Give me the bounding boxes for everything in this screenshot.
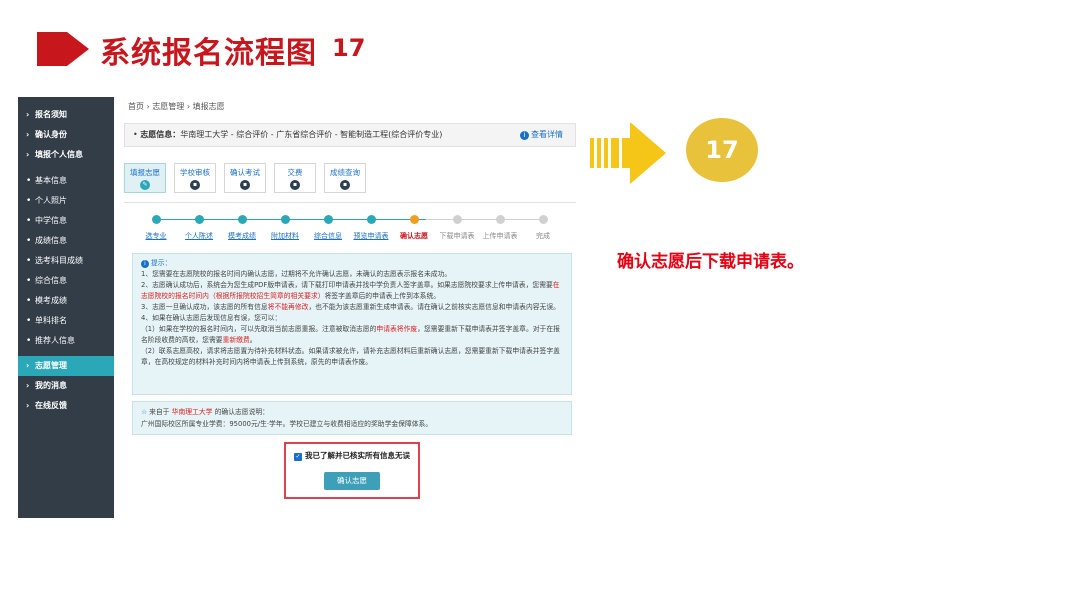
chevron-right-icon: › <box>26 130 30 139</box>
sidebar-item-photo[interactable]: • 个人照片 <box>18 191 114 211</box>
view-detail-link[interactable]: i 查看详情 <box>520 124 563 146</box>
step-dot <box>152 215 161 224</box>
star-icon: ☆ <box>141 408 148 416</box>
slide-number: 17 <box>332 34 366 62</box>
title-arrow-icon <box>37 32 89 66</box>
step-complete: 完成 <box>536 232 550 240</box>
tab-score-query[interactable]: 成绩查询 ▪ <box>324 163 366 193</box>
sidebar-item-feedback[interactable]: › 在线反馈 <box>18 396 114 416</box>
sidebar-item-mock-scores[interactable]: • 模考成绩 <box>18 291 114 311</box>
chevron-down-icon: › <box>26 150 30 159</box>
chevron-right-icon: › <box>26 401 30 410</box>
tab-status-icon: ▪ <box>240 180 250 190</box>
sidebar-item-grades[interactable]: • 成绩信息 <box>18 231 114 251</box>
breadcrumb: 首页 › 志愿管理 › 填报志愿 <box>128 102 225 111</box>
step-number-badge: 17 <box>686 118 758 182</box>
confirm-application-button[interactable]: 确认志愿 <box>324 472 380 490</box>
tab-status-icon: ✎ <box>140 180 150 190</box>
tab-status-icon: ▪ <box>190 180 200 190</box>
step-dot <box>324 215 333 224</box>
slide-title: 系统报名流程图 <box>100 36 317 71</box>
step-dot <box>367 215 376 224</box>
checkbox-icon: ✓ <box>294 453 302 461</box>
application-info-bar: • 志愿信息：华南理工大学 - 综合评价 - 广东省综合评价 - 智能制造工程(… <box>124 123 576 147</box>
sidebar: › 报名须知 › 确认身份 › 填报个人信息 • 基本信息 • 个人照片 • 中学信息 • 成… <box>18 97 114 518</box>
step-dot <box>539 215 548 224</box>
tab-status-icon: ▪ <box>290 180 300 190</box>
sidebar-item-registration-notice[interactable]: › 报名须知 <box>18 105 114 125</box>
tab-fill-application[interactable]: 填报志愿 ✎ <box>124 163 166 193</box>
tab-school-review[interactable]: 学校审核 ▪ <box>174 163 216 193</box>
step-preview-form[interactable]: 预览申请表 <box>354 231 389 241</box>
sidebar-item-messages[interactable]: › 我的消息 <box>18 376 114 396</box>
step-additional-materials[interactable]: 附加材料 <box>271 231 299 241</box>
main-panel: 首页 › 志愿管理 › 填报志愿 • 志愿信息：华南理工大学 - 综合评价 - … <box>120 97 580 507</box>
step-upload-form: 上传申请表 <box>482 232 518 240</box>
sidebar-item-referee-info[interactable]: • 推荐人信息 <box>18 331 114 351</box>
sidebar-item-elective-scores[interactable]: • 选考科目成绩 <box>18 251 114 271</box>
step-dot <box>238 215 247 224</box>
sidebar-item-confirm-identity[interactable]: › 确认身份 <box>18 125 114 145</box>
step-dot <box>195 215 204 224</box>
chevron-right-icon: › <box>26 381 30 390</box>
chevron-right-icon: › <box>26 110 30 119</box>
sidebar-item-school-info[interactable]: • 中学信息 <box>18 211 114 231</box>
confirm-checkbox[interactable]: ✓ 我已了解并已核实所有信息无误 <box>294 450 410 461</box>
step-dot <box>281 215 290 224</box>
step-mock-scores[interactable]: 模考成绩 <box>228 231 256 241</box>
tab-payment[interactable]: 交费 ▪ <box>274 163 316 193</box>
tab-status-icon: ▪ <box>340 180 350 190</box>
step-dot-current <box>410 215 419 224</box>
info-value: 华南理工大学 - 综合评价 - 广东省综合评价 - 智能制造工程(综合评价专业) <box>180 130 443 139</box>
progress-steps: 选专业 个人陈述 模考成绩 附加材料 综合信息 预览申请表 确认志愿 下载申请表… <box>124 202 576 244</box>
sidebar-item-personal-info[interactable]: › 填报个人信息 <box>18 145 114 165</box>
sidebar-item-application-management[interactable]: › 志愿管理 <box>18 356 114 376</box>
info-icon: i <box>141 260 149 268</box>
step-download-form: 下载申请表 <box>439 232 475 240</box>
bold-arrow-icon <box>590 122 666 184</box>
info-label: 志愿信息： <box>140 130 181 139</box>
step-dot <box>453 215 462 224</box>
confirm-highlight-box: ✓ 我已了解并已核实所有信息无误 确认志愿 <box>284 442 420 499</box>
step-personal-statement[interactable]: 个人陈述 <box>185 231 213 241</box>
sidebar-item-comprehensive-info[interactable]: • 综合信息 <box>18 271 114 291</box>
school-note-box: ☆ 来自于 华南理工大学 的确认志愿说明： 广州国际校区所属专业学费：95000元… <box>132 401 572 435</box>
tab-confirm-exam[interactable]: 确认考试 ▪ <box>224 163 266 193</box>
chevron-right-icon: › <box>26 361 30 370</box>
step-dot <box>496 215 505 224</box>
sidebar-item-subject-ranking[interactable]: • 单科排名 <box>18 311 114 331</box>
notice-box: i 提示： 1、您需要在志愿院校的报名时间内确认志愿，过期将不允许确认志愿，未确认… <box>132 253 572 395</box>
sidebar-item-basic-info[interactable]: • 基本信息 <box>18 171 114 191</box>
step-select-major[interactable]: 选专业 <box>146 231 167 241</box>
info-icon: i <box>520 131 529 140</box>
step-comprehensive-info[interactable]: 综合信息 <box>314 231 342 241</box>
slide-caption: 确认志愿后下载申请表。 <box>617 252 804 272</box>
step-confirm-application[interactable]: 确认志愿 <box>400 231 428 241</box>
